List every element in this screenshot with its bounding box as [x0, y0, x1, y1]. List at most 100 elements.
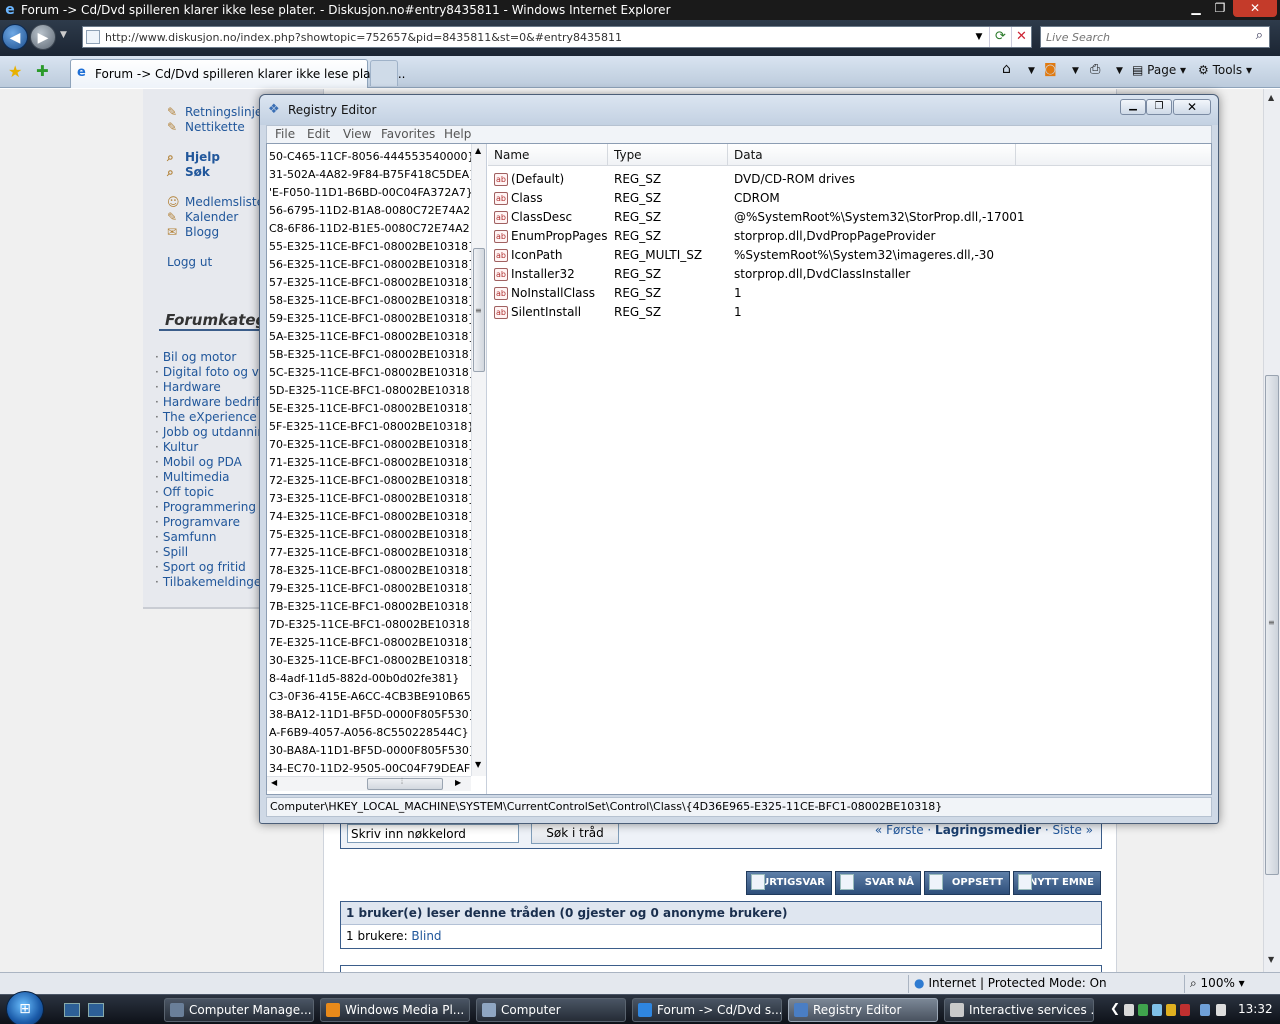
show-hidden-icons-chevron[interactable]: ❮	[1110, 1001, 1120, 1015]
recent-pages-dropdown[interactable]: ▼	[60, 30, 67, 40]
registry-key-node[interactable]: C3-0F36-415E-A6CC-4CB3BE910B65}	[269, 688, 471, 706]
sidebar-link-logout[interactable]: Logg ut	[167, 255, 212, 269]
registry-key-node[interactable]: 30-E325-11CE-BFC1-08002BE10318}	[269, 652, 471, 670]
registry-key-node[interactable]: 56-E325-11CE-BFC1-08002BE10318}	[269, 256, 471, 274]
category-link[interactable]: · Programmering	[155, 500, 256, 514]
show-desktop-icon[interactable]	[64, 1003, 80, 1017]
back-button[interactable]: ◀	[2, 24, 28, 50]
registry-key-node[interactable]: 70-E325-11CE-BFC1-08002BE10318}	[269, 436, 471, 454]
reader-user-link[interactable]: Blind	[411, 929, 441, 943]
ie-maximize-button[interactable]: ❐	[1208, 0, 1232, 17]
menu-file[interactable]: File	[275, 127, 295, 141]
taskbar-item-registry-editor[interactable]: Registry Editor	[788, 998, 938, 1022]
add-favorites-icon[interactable]: ✚	[36, 62, 49, 80]
ie-minimize-button[interactable]: ▁	[1184, 0, 1208, 17]
refresh-icon[interactable]: ⟳	[989, 27, 1011, 47]
registry-key-node[interactable]: 5F-E325-11CE-BFC1-08002BE10318}	[269, 418, 471, 436]
registry-key-node[interactable]: 8-4adf-11d5-882d-00b0d02fe381}	[269, 670, 459, 688]
stop-icon[interactable]: ✕	[1011, 27, 1031, 47]
address-dropdown-icon[interactable]: ▼	[971, 29, 987, 45]
category-link[interactable]: · Kultur	[155, 440, 198, 454]
category-link[interactable]: · Off topic	[155, 485, 214, 499]
home-icon[interactable]: ⌂	[1002, 61, 1011, 77]
page-vertical-scrollbar[interactable]: ▲ ≡ ▼	[1263, 89, 1280, 972]
sidebar-link-search[interactable]: ⌕ Søk	[167, 165, 210, 180]
tools-menu-button[interactable]: ⚙ Tools ▾	[1198, 63, 1252, 77]
switch-windows-icon[interactable]	[88, 1003, 104, 1017]
registry-key-node[interactable]: 55-E325-11CE-BFC1-08002BE10318}	[269, 238, 471, 256]
regedit-minimize-button[interactable]: ▁	[1120, 99, 1146, 115]
registry-key-node[interactable]: 74-E325-11CE-BFC1-08002BE10318}	[269, 508, 471, 526]
reply-now-button[interactable]: SVAR NÅ	[835, 871, 921, 895]
page-menu-button[interactable]: ▤ Page ▾	[1132, 63, 1186, 77]
category-link[interactable]: · Hardware bedrift	[155, 395, 264, 409]
registry-key-node[interactable]: 57-E325-11CE-BFC1-08002BE10318}	[269, 274, 471, 292]
registry-editor-title-bar[interactable]: ❖ Registry Editor ▁ ❐ ✕	[260, 95, 1218, 125]
registry-key-node[interactable]: 50-C465-11CF-8056-444553540000}	[269, 148, 471, 166]
registry-key-node[interactable]: 59-E325-11CE-BFC1-08002BE10318}	[269, 310, 471, 328]
tab-forum[interactable]: e Forum -> Cd/Dvd spilleren klarer ikke …	[70, 59, 406, 88]
registry-key-node[interactable]: 'E-F050-11D1-B6BD-00C04FA372A7}	[269, 184, 471, 202]
quick-reply-button[interactable]: HURTIGSVAR	[746, 871, 832, 895]
feeds-dropdown-icon[interactable]: ▼	[1072, 66, 1079, 76]
category-link[interactable]: · Multimedia	[155, 470, 230, 484]
scroll-up-icon[interactable]: ▲	[475, 146, 481, 155]
registry-key-node[interactable]: 71-E325-11CE-BFC1-08002BE10318}	[269, 454, 471, 472]
taskbar-item-computer[interactable]: Computer	[476, 998, 626, 1022]
category-link[interactable]: · Sport og fritid	[155, 560, 246, 574]
menu-favorites[interactable]: Favorites	[381, 127, 435, 141]
favorites-star-icon[interactable]: ★	[8, 62, 22, 81]
keyword-input[interactable]	[347, 824, 519, 843]
taskbar-item-internet-explorer[interactable]: Forum -> Cd/Dvd s...	[632, 998, 782, 1022]
sidebar-link-blog[interactable]: ✉ Blogg	[167, 225, 219, 239]
registry-key-node[interactable]: 77-E325-11CE-BFC1-08002BE10318}	[269, 544, 471, 562]
home-dropdown-icon[interactable]: ▼	[1028, 66, 1035, 76]
sidebar-link-members[interactable]: ☺ Medlemsliste	[167, 195, 264, 209]
current-forum-link[interactable]: Lagringsmedier	[935, 823, 1041, 837]
registry-key-node[interactable]: 7E-E325-11CE-BFC1-08002BE10318}	[269, 634, 471, 652]
security-zone[interactable]: ● Internet | Protected Mode: On	[914, 976, 1107, 990]
scroll-down-icon[interactable]: ▼	[1268, 955, 1274, 964]
registry-key-node[interactable]: 78-E325-11CE-BFC1-08002BE10318}	[269, 562, 471, 580]
registry-key-node[interactable]: 56-6795-11D2-B1A8-0080C72E74A2}	[269, 202, 471, 220]
clock[interactable]: 13:32	[1238, 1002, 1273, 1016]
registry-key-node[interactable]: 7B-E325-11CE-BFC1-08002BE10318}	[269, 598, 471, 616]
feeds-icon[interactable]: ◙	[1044, 62, 1057, 77]
new-tab-button[interactable]	[370, 60, 398, 86]
sidebar-link-calendar[interactable]: ✎ Kalender	[167, 210, 238, 224]
tray-security-icon[interactable]	[1138, 1004, 1148, 1016]
scroll-up-icon[interactable]: ▲	[1268, 93, 1274, 102]
last-page-link[interactable]: Siste »	[1053, 823, 1093, 837]
registry-key-node[interactable]: 58-E325-11CE-BFC1-08002BE10318}	[269, 292, 471, 310]
column-header-name[interactable]: Name	[488, 144, 608, 166]
start-button[interactable]: ⊞	[6, 991, 44, 1024]
category-link[interactable]: · Tilbakemeldinger	[155, 575, 266, 589]
registry-key-node[interactable]: 75-E325-11CE-BFC1-08002BE10318}	[269, 526, 471, 544]
new-topic-button[interactable]: NYTT EMNE	[1013, 871, 1101, 895]
print-dropdown-icon[interactable]: ▼	[1116, 66, 1123, 76]
registry-key-node[interactable]: 5C-E325-11CE-BFC1-08002BE10318}	[269, 364, 471, 382]
category-link[interactable]: · The eXperience	[155, 410, 257, 424]
category-link[interactable]: · Bil og motor	[155, 350, 236, 364]
thread-options-button[interactable]: OPPSETT	[924, 871, 1010, 895]
column-header-type[interactable]: Type	[608, 144, 728, 166]
live-search-input[interactable]	[1046, 29, 1236, 45]
tree-vertical-scrollbar[interactable]: ▲ ≡ ▼	[471, 144, 486, 776]
taskbar-item-interactive-services[interactable]: Interactive services ...	[944, 998, 1094, 1022]
scroll-right-icon[interactable]: ▶	[455, 778, 461, 787]
registry-value-row[interactable]: ab Class REG_SZ CDROM	[488, 189, 1211, 208]
sidebar-link-help[interactable]: ⌕ Hjelp	[167, 150, 220, 165]
sidebar-link-netiquette[interactable]: ✎ Nettikette	[167, 120, 245, 134]
taskbar-item-computer-management[interactable]: Computer Manage...	[164, 998, 314, 1022]
registry-key-node[interactable]: 5A-E325-11CE-BFC1-08002BE10318}	[269, 328, 471, 346]
menu-help[interactable]: Help	[444, 127, 471, 141]
search-thread-button[interactable]: Søk i tråd	[531, 822, 619, 844]
tray-alert-icon[interactable]	[1180, 1004, 1190, 1016]
first-page-link[interactable]: « Første	[875, 823, 924, 837]
registry-key-node[interactable]: 5E-E325-11CE-BFC1-08002BE10318}	[269, 400, 471, 418]
tree-horizontal-scrollbar[interactable]: ◀ ⦙ ▶	[267, 776, 471, 791]
tree-hscroll-thumb[interactable]	[367, 778, 443, 790]
registry-key-node[interactable]: 72-E325-11CE-BFC1-08002BE10318}	[269, 472, 471, 490]
volume-icon[interactable]	[1216, 1004, 1226, 1016]
registry-value-row[interactable]: ab NoInstallClass REG_SZ 1	[488, 284, 1211, 303]
